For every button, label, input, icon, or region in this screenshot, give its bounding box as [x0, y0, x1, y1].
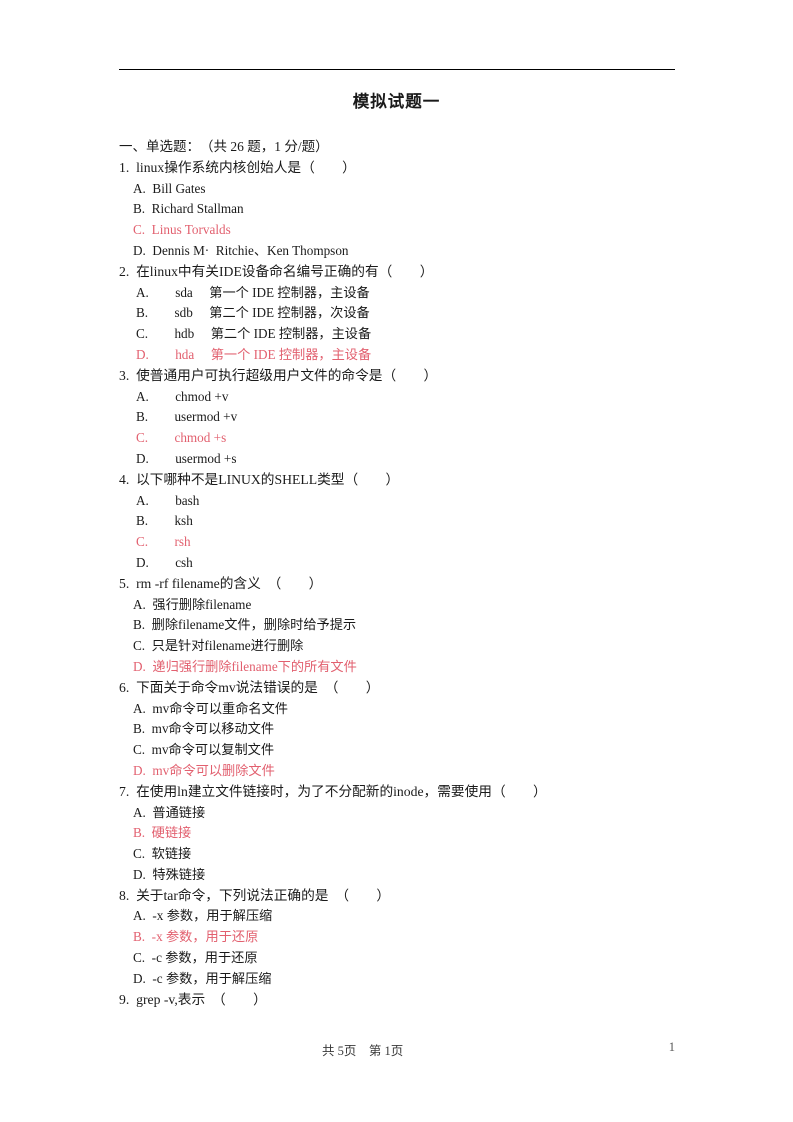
question-option[interactable]: C. -c 参数，用于还原	[119, 948, 719, 969]
question-option[interactable]: B. ksh	[119, 511, 719, 532]
question-option[interactable]: C. 只是针对filename进行删除	[119, 636, 719, 657]
exam-body: 一、单选题： （共 26 题，1 分/题） 1. linux操作系统内核创始人是…	[119, 137, 719, 1010]
question-stem: 9. grep -v,表示 （ ）	[119, 991, 267, 1007]
question-option[interactable]: A. 强行删除filename	[119, 595, 719, 616]
answer-option[interactable]: D. 递归强行删除filename下的所有文件	[119, 657, 719, 678]
question-option[interactable]: A. bash	[119, 491, 719, 512]
question-option[interactable]: B. sdb 第二个 IDE 控制器，次设备	[119, 303, 719, 324]
page-title: 模拟试题一	[352, 92, 441, 111]
question-list: 1. linux操作系统内核创始人是（ ） A. Bill Gates B. Ric…	[119, 158, 719, 1011]
question-option[interactable]: B. Richard Stallman	[119, 199, 719, 220]
question-option[interactable]: D. usermod +s	[119, 449, 719, 470]
question-option[interactable]: D. -c 参数，用于解压缩	[119, 969, 719, 990]
answer-option[interactable]: B. 硬链接	[119, 823, 719, 844]
question-stem: 6. 下面关于命令mv说法错误的是 （ ）	[119, 679, 380, 695]
answer-option[interactable]: C. Linus Torvalds	[119, 220, 719, 241]
question-option[interactable]: B. usermod +v	[119, 407, 719, 428]
answer-option[interactable]: C. chmod +s	[119, 428, 719, 449]
footer-page-number: 1	[668, 1040, 675, 1054]
question-option[interactable]: D. 特殊链接	[119, 865, 719, 886]
question-option[interactable]: A. mv命令可以重命名文件	[119, 699, 719, 720]
question-option[interactable]: C. mv命令可以复制文件	[119, 740, 719, 761]
answer-option[interactable]: D. mv命令可以删除文件	[119, 761, 719, 782]
question-stem: 4. 以下哪种不是LINUX的SHELL类型（ ）	[119, 471, 400, 487]
question-stem: 3. 使普通用户可执行超级用户文件的命令是（ ）	[119, 367, 438, 383]
question-option[interactable]: A. Bill Gates	[119, 179, 719, 200]
header-rule	[119, 69, 675, 70]
question-stem: 1. linux操作系统内核创始人是（ ）	[119, 159, 356, 175]
question-option[interactable]: B. mv命令可以移动文件	[119, 719, 719, 740]
question-option[interactable]: A. sda 第一个 IDE 控制器，主设备	[119, 283, 719, 304]
page-footer: 共 5页 第 1页 1	[119, 1040, 675, 1060]
section-heading: 一、单选题： （共 26 题，1 分/题）	[119, 139, 329, 154]
question-option[interactable]: A. -x 参数，用于解压缩	[119, 906, 719, 927]
question-stem: 7. 在使用ln建立文件链接时，为了不分配新的inode，需要使用（ ）	[119, 783, 547, 799]
question-stem: 2. 在linux中有关IDE设备命名编号正确的有（ ）	[119, 263, 434, 279]
question-option[interactable]: A. chmod +v	[119, 387, 719, 408]
question-option[interactable]: D. csh	[119, 553, 719, 574]
question-option[interactable]: C. 软链接	[119, 844, 719, 865]
answer-option[interactable]: C. rsh	[119, 532, 719, 553]
question-option[interactable]: A. 普通链接	[119, 803, 719, 824]
footer-page-info: 共 5页 第 1页	[322, 1044, 404, 1058]
document-page: 模拟试题一 一、单选题： （共 26 题，1 分/题） 1. linux操作系统…	[0, 0, 793, 1122]
question-option[interactable]: D. Dennis M· Ritchie、Ken Thompson	[119, 241, 719, 262]
question-stem: 8. 关于tar命令，下列说法正确的是 （ ）	[119, 887, 391, 903]
answer-option[interactable]: D. hda 第一个 IDE 控制器，主设备	[119, 345, 719, 366]
question-stem: 5. rm -rf filename的含义 （ ）	[119, 575, 323, 591]
question-option[interactable]: B. 删除filename文件，删除时给予提示	[119, 615, 719, 636]
question-option[interactable]: C. hdb 第二个 IDE 控制器，主设备	[119, 324, 719, 345]
answer-option[interactable]: B. -x 参数，用于还原	[119, 927, 719, 948]
